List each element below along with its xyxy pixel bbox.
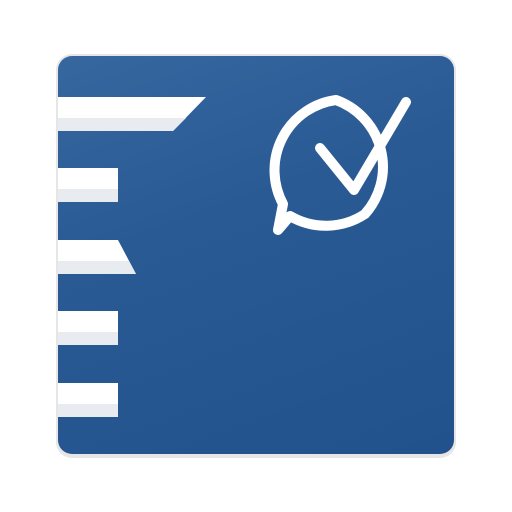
stripe-5-shadow	[58, 404, 118, 417]
stripe-3-shadow	[58, 261, 136, 274]
stripe-2-shadow	[58, 189, 118, 202]
app-icon-graphic	[58, 95, 411, 417]
icon-stage	[0, 0, 512, 512]
chat-bubble-check-icon	[269, 95, 411, 235]
stripe-4-shadow	[58, 332, 118, 345]
app-icon-tile[interactable]	[58, 56, 454, 454]
stripe-1-shadow	[58, 118, 186, 131]
list-stripes-icon	[58, 97, 206, 417]
